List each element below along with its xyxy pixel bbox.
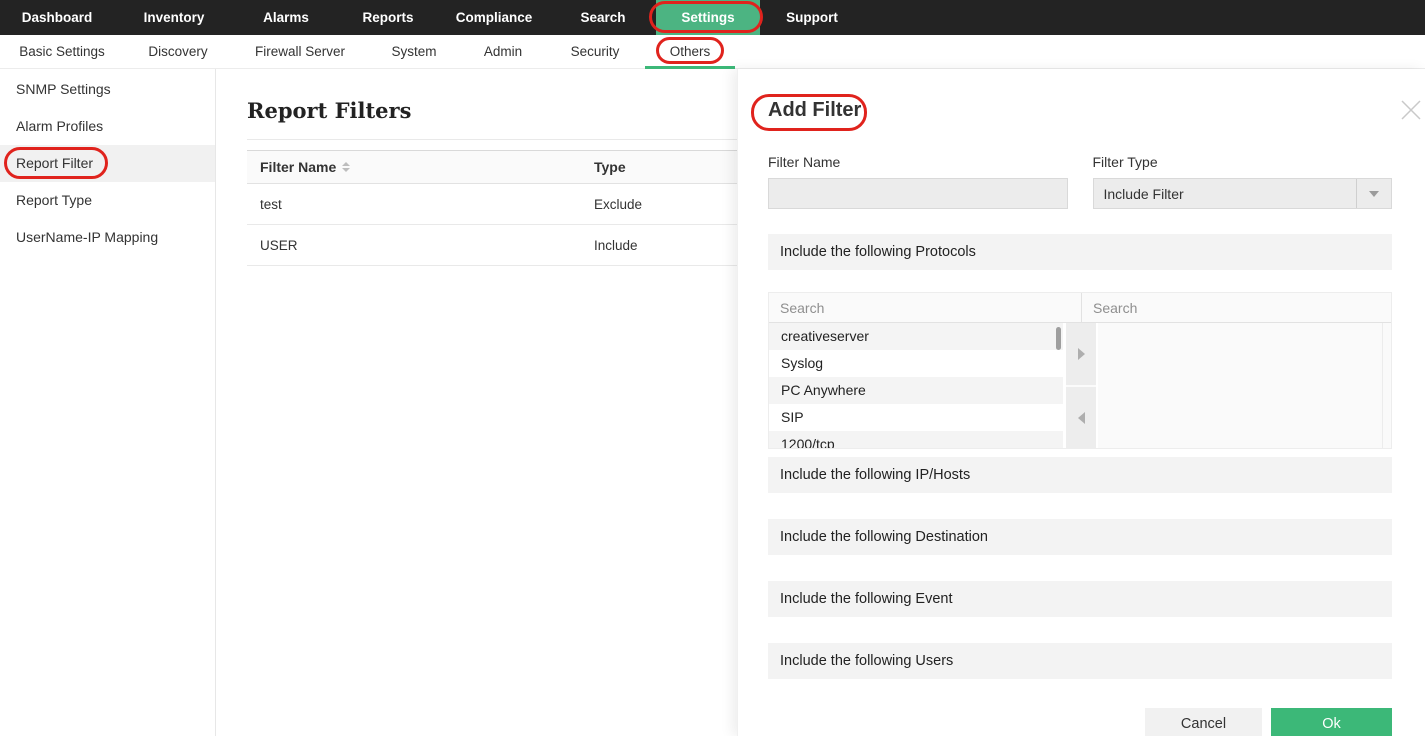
dual-list-search-row xyxy=(769,293,1391,323)
filter-type-field-group: Filter Type Include Filter xyxy=(1093,154,1393,209)
app-body: SNMP Settings Alarm Profiles Report Filt… xyxy=(0,69,1425,736)
protocols-dual-list: creativeserver Syslog PC Anywhere SIP 12… xyxy=(768,292,1392,449)
selected-search-input[interactable] xyxy=(1082,300,1391,316)
subnav-security[interactable]: Security xyxy=(546,35,644,68)
scrollbar-thumb[interactable] xyxy=(1056,327,1061,350)
available-search-input[interactable] xyxy=(769,300,1081,316)
filter-name-header-label: Filter Name xyxy=(260,159,336,175)
nav-dashboard[interactable]: Dashboard xyxy=(0,0,114,35)
sidebar-item-username-ip-mapping[interactable]: UserName-IP Mapping xyxy=(0,219,215,256)
filter-name-input[interactable] xyxy=(768,178,1068,209)
column-header-filter-name[interactable]: Filter Name xyxy=(247,159,593,175)
list-item[interactable]: SIP xyxy=(769,404,1063,431)
sidebar-item-report-type[interactable]: Report Type xyxy=(0,182,215,219)
section-header-destination[interactable]: Include the following Destination xyxy=(768,519,1392,555)
move-arrows-column xyxy=(1066,323,1096,449)
close-icon[interactable] xyxy=(1400,99,1422,121)
filter-name-label: Filter Name xyxy=(768,154,1068,170)
list-item[interactable]: PC Anywhere xyxy=(769,377,1063,404)
top-nav: Dashboard Inventory Alarms Reports Compl… xyxy=(0,0,1425,35)
subnav-others[interactable]: Others xyxy=(644,35,736,68)
panel-button-row: Cancel Ok xyxy=(768,708,1392,736)
list-item[interactable]: 1200/tcp xyxy=(769,431,1063,449)
panel-title: Add Filter xyxy=(768,96,861,124)
filter-type-label: Filter Type xyxy=(1093,154,1393,170)
selected-search-cell xyxy=(1082,293,1391,322)
filter-name-cell: USER xyxy=(247,238,593,253)
available-search-cell xyxy=(769,293,1082,322)
arrow-right-icon xyxy=(1078,348,1085,360)
nav-alarms[interactable]: Alarms xyxy=(234,0,338,35)
nav-settings[interactable]: Settings xyxy=(656,0,760,35)
sidebar-item-report-filter[interactable]: Report Filter xyxy=(0,145,215,182)
section-header-protocols[interactable]: Include the following Protocols xyxy=(768,234,1392,270)
selected-protocols-list xyxy=(1098,323,1391,449)
section-header-users[interactable]: Include the following Users xyxy=(768,643,1392,679)
move-right-button[interactable] xyxy=(1066,323,1096,387)
nav-search[interactable]: Search xyxy=(550,0,656,35)
settings-sub-nav: Basic Settings Discovery Firewall Server… xyxy=(0,35,1425,69)
subnav-admin[interactable]: Admin xyxy=(460,35,546,68)
sidebar-item-snmp-settings[interactable]: SNMP Settings xyxy=(0,71,215,108)
subnav-discovery[interactable]: Discovery xyxy=(124,35,232,68)
sidebar-item-alarm-profiles[interactable]: Alarm Profiles xyxy=(0,108,215,145)
list-item[interactable]: creativeserver xyxy=(769,323,1063,350)
filter-form-row: Filter Name Filter Type Include Filter xyxy=(768,154,1392,209)
ok-button[interactable]: Ok xyxy=(1271,708,1392,736)
scrollbar-track[interactable] xyxy=(1382,323,1391,449)
settings-sidebar: SNMP Settings Alarm Profiles Report Filt… xyxy=(0,69,216,736)
nav-reports[interactable]: Reports xyxy=(338,0,438,35)
chevron-down-icon xyxy=(1356,179,1391,208)
list-item[interactable]: Syslog xyxy=(769,350,1063,377)
add-filter-panel: Add Filter Filter Name Filter Type Inclu… xyxy=(737,69,1425,736)
filter-type-selected-value: Include Filter xyxy=(1094,186,1357,202)
arrow-left-icon xyxy=(1078,412,1085,424)
filter-name-field-group: Filter Name xyxy=(768,154,1068,209)
cancel-button[interactable]: Cancel xyxy=(1145,708,1262,736)
nav-support[interactable]: Support xyxy=(760,0,864,35)
dual-list-body: creativeserver Syslog PC Anywhere SIP 12… xyxy=(769,323,1391,449)
sort-icon[interactable] xyxy=(342,162,350,172)
nav-inventory[interactable]: Inventory xyxy=(114,0,234,35)
move-left-button[interactable] xyxy=(1066,387,1096,449)
nav-compliance[interactable]: Compliance xyxy=(438,0,550,35)
filter-type-dropdown[interactable]: Include Filter xyxy=(1093,178,1393,209)
filter-name-cell: test xyxy=(247,197,593,212)
subnav-firewall-server[interactable]: Firewall Server xyxy=(232,35,368,68)
subnav-system[interactable]: System xyxy=(368,35,460,68)
available-protocols-list: creativeserver Syslog PC Anywhere SIP 12… xyxy=(769,323,1063,449)
section-header-ip-hosts[interactable]: Include the following IP/Hosts xyxy=(768,457,1392,493)
subnav-basic-settings[interactable]: Basic Settings xyxy=(0,35,124,68)
section-header-event[interactable]: Include the following Event xyxy=(768,581,1392,617)
